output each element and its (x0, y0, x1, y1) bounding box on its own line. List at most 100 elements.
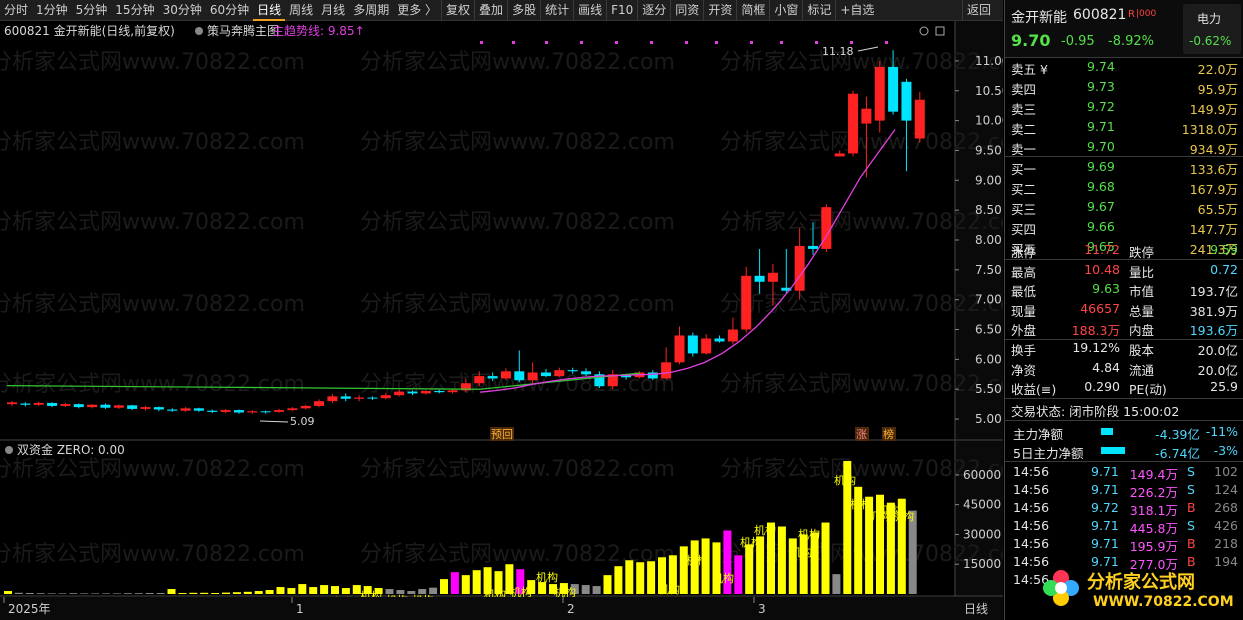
period-tab[interactable]: 30分钟 (159, 0, 206, 21)
candle-body (314, 401, 325, 406)
tick-price: 9.71 (1091, 536, 1119, 551)
watermark-text: 分析家公式网www.70822.com (360, 130, 675, 155)
candle-body (153, 407, 164, 410)
kline-chart[interactable]: 分析家公式网www.70822.com 分析家公式网www.70822.com 分析… (0, 21, 1003, 620)
bid-price: 9.66 (1087, 219, 1115, 234)
logo-url: WWW.70822.COM (1093, 594, 1234, 610)
tick-time: 14:56 (1013, 482, 1050, 497)
candle-body (207, 410, 218, 412)
institution-label: 机构 (554, 585, 576, 599)
volume-bar (200, 592, 209, 594)
period-label: 日线 (964, 602, 988, 616)
stat-row: 净资 4.84 流通 20.0亿 (1005, 359, 1243, 378)
toolbar-button[interactable]: +自选 (835, 0, 878, 21)
logo-flower-icon (1043, 570, 1079, 606)
volume-bar (472, 570, 481, 594)
watermark-text: 分析家公式网www.70822.com (0, 292, 305, 317)
watermark-text: 分析家公式网www.70822.com (720, 50, 1003, 75)
chart-title: 600821 金开新能(日线,前复权) (4, 23, 175, 38)
price-tick-label: 5.00 (975, 412, 1002, 426)
time-axis-bg (0, 597, 1003, 620)
toolbar-button[interactable]: F10 (606, 0, 637, 21)
toolbar-button[interactable]: 复权 (441, 0, 474, 21)
indicator-name: 策马奔腾主图 (207, 23, 279, 38)
toolbar-button[interactable]: 开资 (703, 0, 736, 21)
bid-price: 9.67 (1087, 199, 1115, 214)
period-tab[interactable]: 1分钟 (32, 0, 72, 21)
time-tick-label: 3 (758, 602, 766, 616)
period-tab[interactable]: 60分钟 (206, 0, 253, 21)
chart-area[interactable]: 分析家公式网www.70822.com 分析家公式网www.70822.com 分析… (0, 21, 1003, 620)
price-tick-label: 6.50 (975, 323, 1002, 337)
ask-price: 9.73 (1087, 79, 1115, 94)
bid-price: 9.69 (1087, 159, 1115, 174)
institution-label: 机构 (834, 473, 856, 487)
high-label: 11.18 (822, 45, 854, 58)
period-tab[interactable]: 周线 (285, 0, 317, 21)
bid-row: 买二 9.68 167.9万 (1005, 178, 1243, 197)
toolbar-button[interactable]: 画线 (573, 0, 606, 21)
volume-bar (145, 593, 154, 594)
toolbar-button[interactable]: 标记 (802, 0, 835, 21)
watermark-text: 分析家公式网www.70822.com (720, 292, 1003, 317)
stock-name: 金开新能 (1011, 10, 1067, 26)
period-tab[interactable]: 月线 (317, 0, 349, 21)
period-tab[interactable]: 多周期 (349, 0, 393, 21)
sector-box[interactable]: 电力 -0.62% (1183, 4, 1241, 54)
volume-bar (113, 593, 121, 594)
toolbar-button[interactable]: 逐分 (637, 0, 670, 21)
main-flow-5d-label: 5日主力净额 (1013, 446, 1084, 461)
period-tab[interactable]: 日线 (253, 0, 286, 21)
ask-price: 9.70 (1087, 139, 1115, 154)
bid-label: 买二 (1011, 182, 1037, 197)
trade-status: 交易状态: 闭市阶段 15:00:02 (1011, 404, 1180, 419)
period-tab[interactable]: 5分钟 (72, 0, 112, 21)
watermark-text: 分析家公式网www.70822.com (0, 372, 305, 397)
ask-row: 卖三 9.72 149.9万 (1005, 98, 1243, 117)
candle-body (220, 410, 231, 412)
volume-bar (647, 561, 656, 594)
candle-body (340, 396, 351, 399)
candle-body (874, 66, 885, 121)
watermark-text: 分析家公式网www.70822.com (720, 457, 1003, 482)
toolbar-button[interactable]: 返回 (961, 0, 1003, 21)
main-flow-5d-row: 5日主力净额 -6.74亿 -3% (1005, 442, 1243, 461)
toolbar-button[interactable]: 多股 (507, 0, 540, 21)
volume-bar (276, 587, 285, 594)
indicator-toggle-icon[interactable] (195, 27, 203, 35)
period-tab[interactable]: 分时 (0, 0, 32, 21)
stat-value: 9.63 (1092, 281, 1120, 296)
sub-indicator-toggle-icon[interactable] (5, 446, 13, 454)
tick-count: 218 (1214, 536, 1238, 551)
volume-bar (232, 592, 241, 594)
bid-row: 买四 9.66 147.7万 (1005, 218, 1243, 237)
volume-bar (592, 586, 601, 594)
period-tab[interactable]: 15分钟 (111, 0, 158, 21)
toolbar-button[interactable]: 叠加 (474, 0, 507, 21)
signal-dot (815, 41, 818, 44)
stat-label: 流通 (1129, 362, 1155, 378)
candle-body (407, 391, 418, 394)
toolbar-button[interactable]: 统计 (540, 0, 573, 21)
toolbar-button[interactable]: 同资 (670, 0, 703, 21)
toolbar-button[interactable]: 简框 (736, 0, 769, 21)
ask-row: 卖四 9.73 95.9万 (1005, 78, 1243, 97)
tick-side: S (1187, 518, 1195, 533)
candle-body (487, 376, 498, 379)
main-flow-row: 主力净额 -4.39亿 -11% (1005, 423, 1243, 442)
candle-body (554, 370, 565, 377)
volume-bar (450, 572, 459, 594)
maximize-icon[interactable] (935, 26, 945, 36)
settings-icon[interactable] (919, 26, 929, 36)
indicator-value: 主趋势线: 9.85↑ (272, 24, 365, 38)
book-divider (1005, 156, 1243, 157)
toolbar-button[interactable]: 小窗 (769, 0, 802, 21)
ask-price: 9.71 (1087, 119, 1115, 134)
period-tab[interactable]: 更多 〉 (393, 0, 441, 21)
candle-body (701, 338, 712, 354)
candle-body (581, 371, 592, 375)
volume-bar (156, 593, 165, 594)
stat-value: 46657 (1080, 300, 1120, 316)
main-flow-5d-pct: -3% (1213, 443, 1238, 458)
candle-body (420, 391, 431, 394)
